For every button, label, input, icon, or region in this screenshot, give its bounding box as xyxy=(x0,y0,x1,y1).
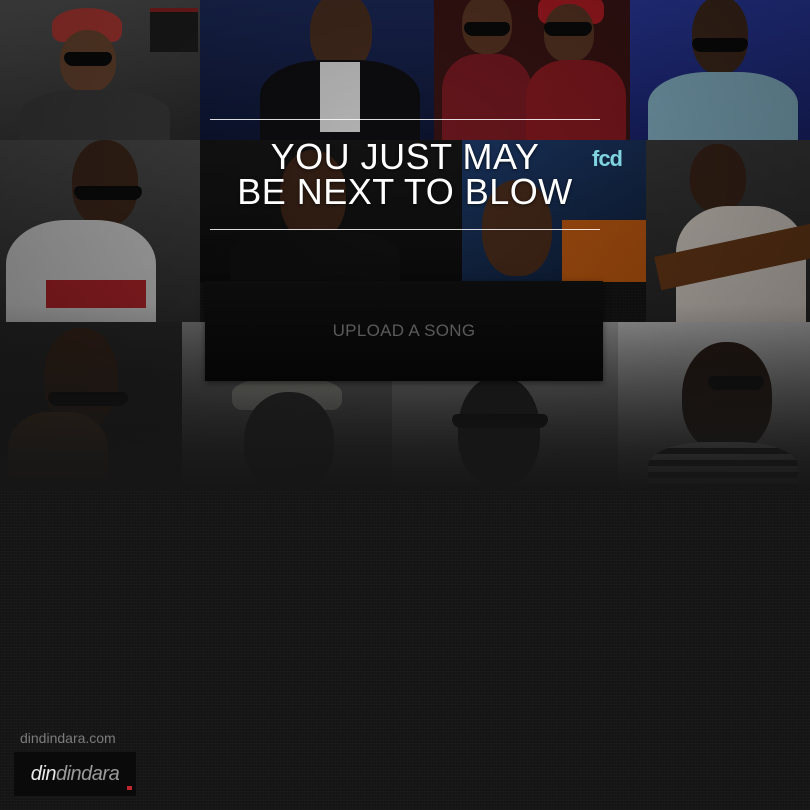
headline-divider-bottom xyxy=(210,229,600,230)
dindindara-logo[interactable]: din dindara xyxy=(14,752,136,796)
headline-line-2: BE NEXT TO BLOW xyxy=(237,171,573,212)
logo-text-part-1: din xyxy=(30,762,57,785)
logo-text-part-2: dindara xyxy=(55,762,120,785)
artist-photo xyxy=(646,140,810,322)
artist-photo-collage xyxy=(0,0,810,490)
headline: YOU JUST MAY BE NEXT TO BLOW xyxy=(210,136,600,212)
artist-photo xyxy=(630,0,810,140)
artist-photo xyxy=(0,322,182,490)
headline-block: YOU JUST MAY BE NEXT TO BLOW xyxy=(210,119,600,230)
headline-divider-top xyxy=(210,119,600,120)
headline-line-1: YOU JUST MAY xyxy=(270,136,540,177)
artist-photo xyxy=(0,0,200,140)
upload-song-button[interactable]: UPLOAD A SONG xyxy=(205,281,603,381)
site-url[interactable]: dindindara.com xyxy=(20,730,116,746)
logo-accent-mark xyxy=(127,786,132,790)
artist-photo xyxy=(0,140,200,322)
artist-photo xyxy=(618,322,810,490)
